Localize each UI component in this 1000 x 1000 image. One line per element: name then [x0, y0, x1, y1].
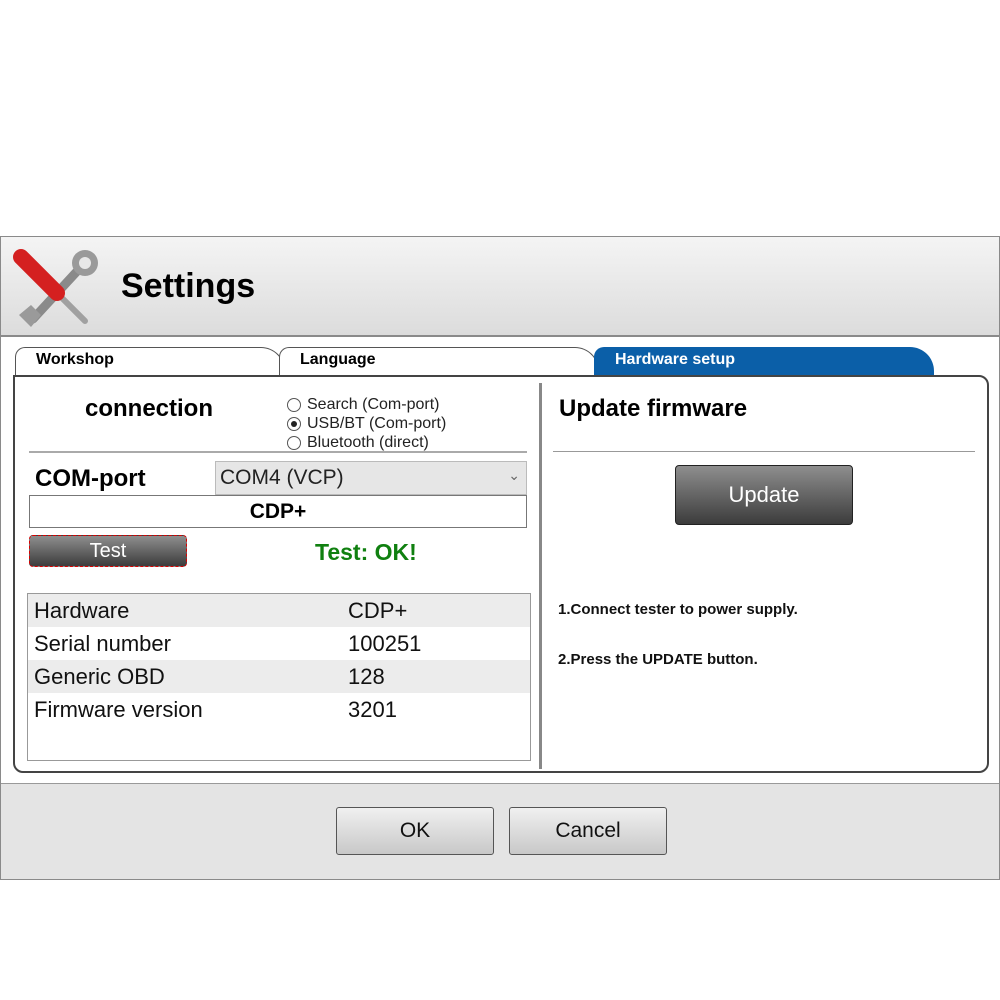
- com-port-value: COM4 (VCP): [220, 466, 344, 489]
- tab-workshop[interactable]: Workshop: [15, 347, 285, 375]
- table-row: Hardware CDP+: [28, 594, 530, 627]
- cancel-button[interactable]: Cancel: [509, 807, 667, 855]
- update-firmware-heading: Update firmware: [559, 395, 748, 422]
- row-key: Firmware version: [34, 696, 203, 722]
- tab-language[interactable]: Language: [279, 347, 599, 375]
- test-button[interactable]: Test: [29, 535, 187, 567]
- radio-label: Search (Com-port): [307, 395, 440, 413]
- tab-hardware-setup[interactable]: Hardware setup: [594, 347, 934, 375]
- device-field: CDP+: [29, 495, 527, 528]
- page-title: Settings: [121, 267, 256, 305]
- dialog-footer: [1, 783, 999, 879]
- settings-tools-icon: [13, 249, 98, 327]
- row-key: Hardware: [34, 597, 130, 623]
- radio-icon: [287, 397, 301, 412]
- device-info-table: Hardware CDP+ Serial number 100251 Generic…: [27, 593, 531, 761]
- com-port-select[interactable]: COM4 (VCP) ⌄: [215, 461, 527, 495]
- window-header: Settings: [1, 237, 999, 337]
- row-value: CDP+: [348, 597, 408, 623]
- row-key: Serial number: [34, 630, 171, 656]
- hardware-setup-panel: connection Search (Com-port) USB/BT (Com…: [13, 375, 989, 773]
- divider: [29, 451, 527, 453]
- radio-usb-bt-com-port[interactable]: USB/BT (Com-port): [287, 414, 446, 433]
- row-value: 100251: [348, 630, 422, 656]
- radio-selected-icon: [287, 416, 301, 431]
- divider: [553, 451, 975, 452]
- radio-icon: [287, 435, 301, 450]
- vertical-divider: [539, 383, 542, 769]
- connection-heading: connection: [85, 395, 214, 422]
- info-rows: Hardware CDP+ Serial number 100251 Generic…: [28, 594, 530, 726]
- connection-options: Search (Com-port) USB/BT (Com-port) Blue…: [287, 395, 446, 452]
- chevron-down-icon: ⌄: [508, 467, 520, 483]
- update-button[interactable]: Update: [675, 465, 853, 525]
- radio-label: USB/BT (Com-port): [307, 414, 447, 432]
- test-status: Test: OK!: [315, 539, 417, 565]
- instruction-step-1: 1.Connect tester to power supply.: [558, 601, 798, 618]
- ok-button[interactable]: OK: [336, 807, 494, 855]
- instruction-step-2: 2.Press the UPDATE button.: [558, 651, 758, 668]
- table-row: Firmware version 3201: [28, 693, 530, 726]
- radio-bluetooth-direct[interactable]: Bluetooth (direct): [287, 433, 446, 452]
- row-value: 3201: [348, 696, 397, 722]
- table-row: Serial number 100251: [28, 627, 530, 660]
- com-port-label: COM-port: [35, 465, 146, 492]
- row-value: 128: [348, 663, 385, 689]
- settings-window: Settings Workshop Language Hardware setu…: [0, 236, 1000, 880]
- table-row: Generic OBD 128: [28, 660, 530, 693]
- radio-search-com-port[interactable]: Search (Com-port): [287, 395, 446, 414]
- radio-label: Bluetooth (direct): [307, 433, 429, 451]
- row-key: Generic OBD: [34, 663, 165, 689]
